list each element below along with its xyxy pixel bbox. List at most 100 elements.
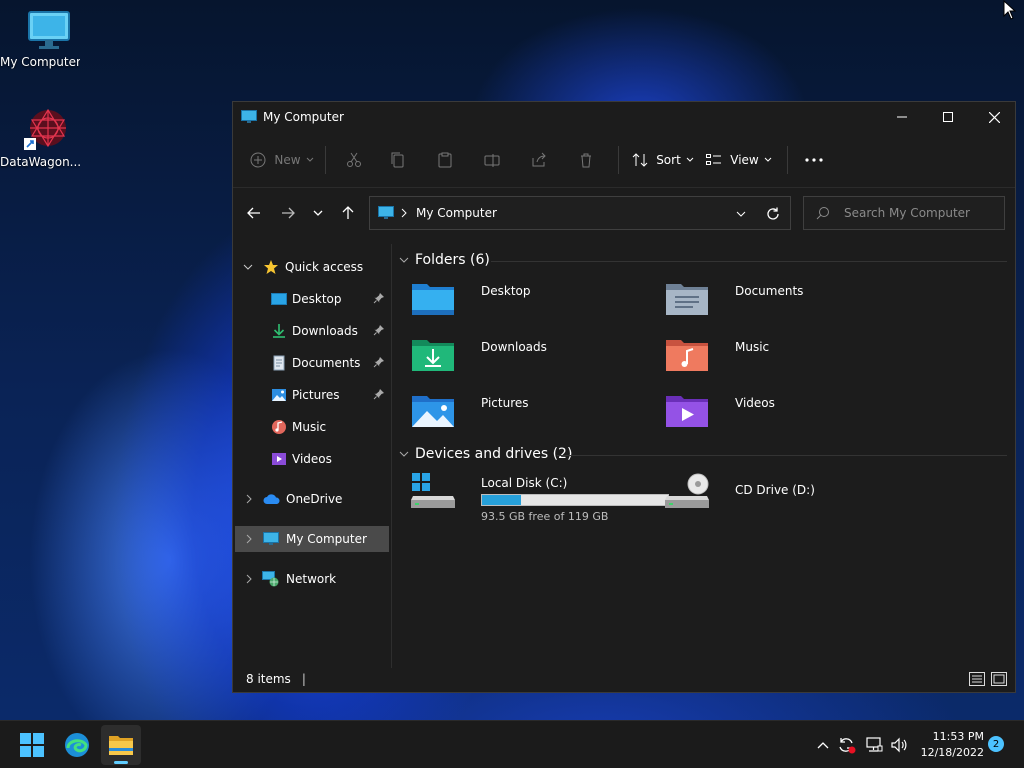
show-hidden-icons-button[interactable] bbox=[813, 735, 833, 755]
file-explorer-window: My Computer New Sort View My Computer Se… bbox=[232, 101, 1016, 693]
drives-group-header[interactable]: Devices and drives (2) bbox=[399, 446, 572, 462]
sidebar-item-label: Music bbox=[292, 420, 327, 434]
sidebar-item-network[interactable]: Network bbox=[235, 566, 389, 592]
edge-browser-icon bbox=[65, 733, 89, 757]
delete-button[interactable] bbox=[562, 144, 610, 176]
taskbar-clock[interactable]: 11:53 PM 12/18/2022 bbox=[912, 729, 984, 761]
maximize-icon bbox=[943, 112, 953, 122]
folder-tile-desktop[interactable]: Desktop bbox=[411, 280, 661, 328]
drive-name: CD Drive (D:) bbox=[735, 483, 815, 497]
star-icon bbox=[264, 260, 278, 274]
search-box[interactable]: Search My Computer bbox=[803, 196, 1005, 230]
chevron-down-icon bbox=[399, 451, 409, 457]
paste-button[interactable] bbox=[422, 144, 468, 176]
taskbar-file-explorer-button[interactable] bbox=[101, 725, 141, 765]
sidebar-item-my-computer[interactable]: My Computer bbox=[235, 526, 389, 552]
plus-circle-icon bbox=[250, 152, 266, 167]
sort-button[interactable]: Sort bbox=[627, 144, 699, 176]
share-icon bbox=[532, 152, 546, 166]
video-icon bbox=[272, 453, 286, 465]
sidebar-item-label: Downloads bbox=[292, 324, 358, 338]
chevron-down-icon bbox=[686, 157, 694, 162]
drive-tile-c[interactable]: Local Disk (C:) 93.5 GB free of 119 GB bbox=[411, 472, 673, 526]
search-icon bbox=[816, 207, 829, 220]
notification-badge[interactable]: 2 bbox=[988, 736, 1004, 752]
network-icon bbox=[262, 571, 279, 587]
forward-button[interactable] bbox=[275, 200, 301, 226]
maximize-button[interactable] bbox=[925, 102, 971, 132]
network-status-button[interactable] bbox=[864, 735, 884, 755]
clipboard-icon bbox=[438, 152, 452, 167]
trash-icon bbox=[581, 153, 591, 167]
chevron-down-icon bbox=[306, 157, 313, 162]
large-icons-view-icon[interactable] bbox=[991, 672, 1007, 686]
address-dropdown-icon[interactable] bbox=[736, 211, 746, 217]
sidebar-item-onedrive[interactable]: OneDrive bbox=[235, 486, 389, 512]
rename-button[interactable] bbox=[468, 144, 516, 176]
refresh-icon[interactable] bbox=[766, 207, 780, 221]
minimize-button[interactable] bbox=[879, 102, 925, 132]
details-view-icon[interactable] bbox=[969, 672, 985, 686]
up-button[interactable] bbox=[335, 200, 361, 226]
drive-name: Local Disk (C:) bbox=[481, 476, 568, 490]
item-count: 8 items bbox=[246, 672, 291, 686]
cloud-icon bbox=[263, 494, 280, 504]
close-button[interactable] bbox=[971, 102, 1017, 132]
new-button[interactable]: New bbox=[247, 144, 317, 176]
sidebar-item-label: Quick access bbox=[285, 260, 364, 274]
view-button[interactable]: View bbox=[699, 144, 779, 176]
folder-tile-videos[interactable]: Videos bbox=[665, 392, 915, 440]
copy-button[interactable] bbox=[374, 144, 422, 176]
chevron-down-icon bbox=[313, 210, 323, 216]
chevron-right-icon bbox=[246, 534, 252, 544]
sidebar-item-documents[interactable]: Documents bbox=[235, 350, 389, 376]
speaker-icon bbox=[891, 737, 907, 753]
folder-tile-pictures[interactable]: Pictures bbox=[411, 392, 661, 440]
title-bar[interactable]: My Computer bbox=[233, 102, 1015, 132]
drive-free-space: 93.5 GB free of 119 GB bbox=[481, 510, 609, 523]
taskbar-edge-button[interactable] bbox=[57, 725, 97, 765]
search-placeholder: Search My Computer bbox=[844, 206, 970, 220]
sidebar-item-pictures[interactable]: Pictures bbox=[235, 382, 389, 408]
pin-icon bbox=[373, 357, 384, 368]
download-icon bbox=[273, 324, 285, 338]
content-area: Folders (6) Desktop Documents Downloads … bbox=[393, 244, 1013, 668]
recent-locations-button[interactable] bbox=[305, 200, 331, 226]
navigation-pane: Quick access Desktop Downloads Documents… bbox=[233, 244, 391, 668]
sidebar-item-desktop[interactable]: Desktop bbox=[235, 286, 389, 312]
group-header-label: Devices and drives (2) bbox=[415, 446, 573, 462]
taskbar: 11:53 PM 12/18/2022 2 bbox=[0, 720, 1024, 768]
share-button[interactable] bbox=[516, 144, 562, 176]
folder-tile-documents[interactable]: Documents bbox=[665, 280, 915, 328]
drive-tile-d[interactable]: CD Drive (D:) bbox=[665, 472, 915, 520]
sidebar-item-label: Pictures bbox=[292, 388, 340, 402]
folder-name: Pictures bbox=[481, 396, 529, 410]
desktop-icon-datawagon[interactable]: DataWagon... bbox=[0, 106, 80, 169]
sidebar-item-downloads[interactable]: Downloads bbox=[235, 318, 389, 344]
back-button[interactable] bbox=[241, 200, 267, 226]
sidebar-item-quick-access[interactable]: Quick access bbox=[235, 254, 389, 280]
folder-tile-music[interactable]: Music bbox=[665, 336, 915, 384]
minimize-icon bbox=[897, 116, 907, 118]
more-options-button[interactable] bbox=[796, 144, 832, 176]
sidebar-item-label: Network bbox=[286, 572, 337, 586]
folders-group-header[interactable]: Folders (6) bbox=[399, 252, 490, 268]
start-button[interactable] bbox=[12, 725, 52, 765]
chevron-down-icon bbox=[764, 157, 772, 162]
folder-name: Videos bbox=[735, 396, 775, 410]
pin-icon bbox=[373, 293, 384, 304]
folder-tile-downloads[interactable]: Downloads bbox=[411, 336, 661, 384]
address-bar[interactable]: My Computer bbox=[369, 196, 791, 230]
file-explorer-icon bbox=[109, 736, 133, 755]
downloads-folder-icon bbox=[412, 340, 454, 371]
monitor-icon bbox=[378, 206, 394, 219]
volume-button[interactable] bbox=[889, 735, 909, 755]
sync-status-button[interactable] bbox=[837, 735, 857, 755]
group-divider bbox=[557, 455, 1007, 456]
sidebar-item-music[interactable]: Music bbox=[235, 414, 389, 440]
clock-time: 11:53 PM bbox=[932, 730, 984, 743]
cut-button[interactable] bbox=[334, 144, 374, 176]
pane-divider[interactable] bbox=[391, 244, 392, 668]
desktop-icon-my-computer[interactable]: My Computer bbox=[0, 10, 80, 69]
sidebar-item-videos[interactable]: Videos bbox=[235, 446, 389, 472]
